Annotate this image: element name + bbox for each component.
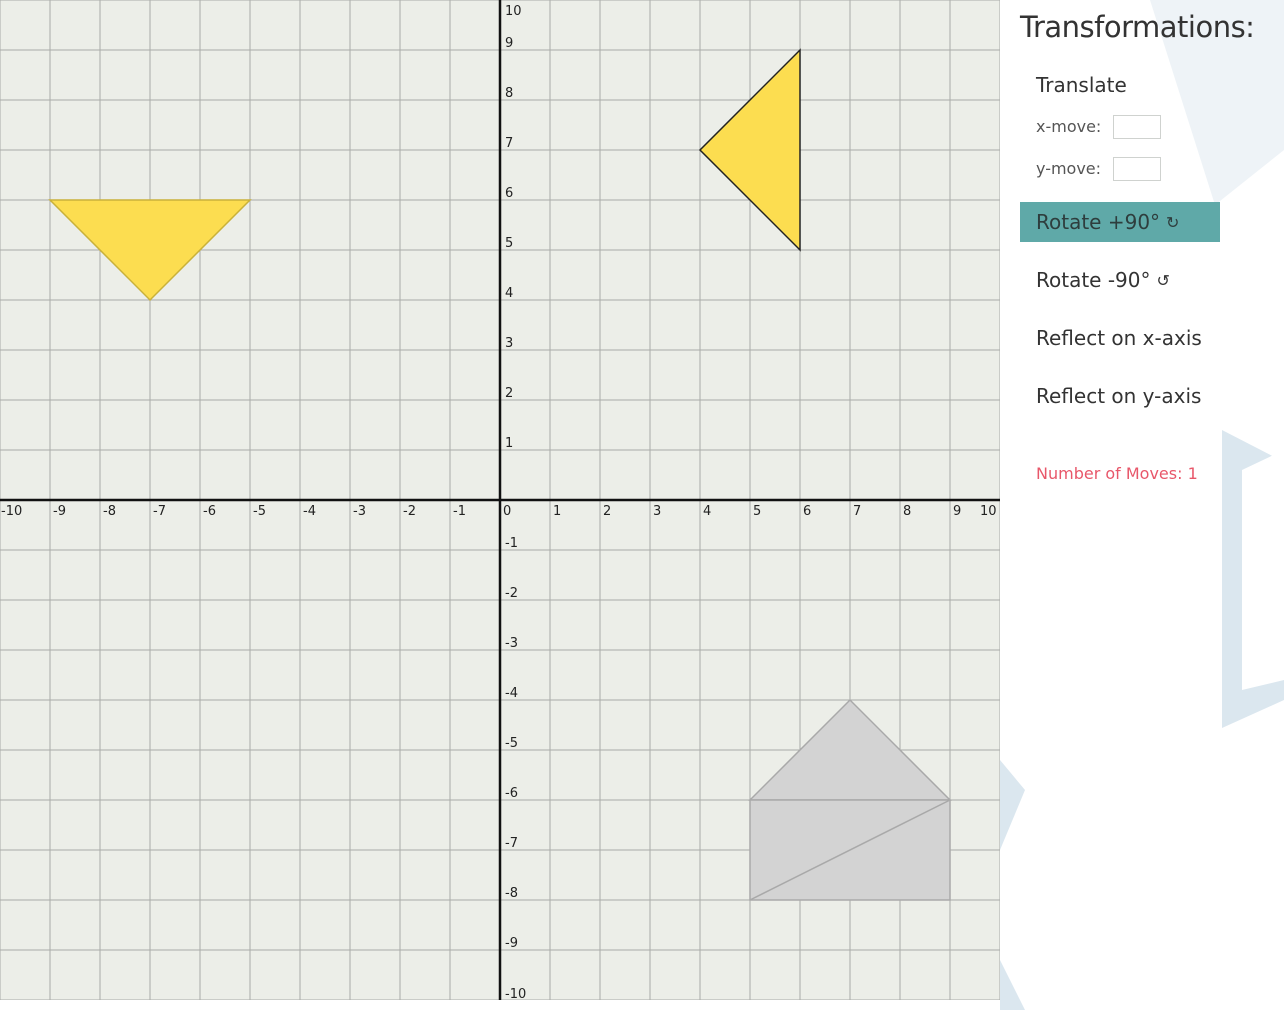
rotate-counterclockwise-icon: ↺ — [1156, 270, 1170, 290]
y-tick-label: -6 — [505, 786, 518, 801]
x-tick-label: -5 — [253, 504, 266, 519]
y-tick-label: 10 — [505, 4, 522, 19]
y-tick-label: 6 — [505, 186, 513, 201]
x-tick-label: 10 — [980, 504, 997, 519]
x-tick-label: -9 — [53, 504, 66, 519]
y-tick-label: -10 — [505, 987, 526, 1000]
y-move-label: y-move: — [1036, 159, 1102, 178]
x-tick-label: 7 — [853, 504, 861, 519]
reflect-y-axis-button[interactable]: Reflect on y-axis — [1020, 376, 1220, 416]
y-move-input[interactable] — [1113, 157, 1161, 181]
x-tick-label: 6 — [803, 504, 811, 519]
rotate-minus-90-label: Rotate -90° — [1036, 268, 1151, 292]
reflect-x-axis-button[interactable]: Reflect on x-axis — [1020, 318, 1220, 358]
y-tick-label: -1 — [505, 536, 518, 551]
rotate-plus-90-label: Rotate +90° — [1036, 210, 1161, 234]
x-tick-label: 0 — [503, 504, 511, 519]
x-tick-label: 1 — [553, 504, 561, 519]
transformations-panel: Transformations: Translate x-move: y-mov… — [1000, 0, 1284, 1010]
x-move-input[interactable] — [1113, 115, 1161, 139]
y-tick-label: 8 — [505, 86, 513, 101]
x-tick-label: -10 — [1, 504, 22, 519]
moves-counter: Number of Moves: 1 — [1036, 464, 1198, 483]
y-tick-label: -3 — [505, 636, 518, 651]
x-tick-label: -3 — [353, 504, 366, 519]
x-tick-label: 4 — [703, 504, 711, 519]
y-tick-label: 3 — [505, 336, 513, 351]
y-tick-label: 2 — [505, 386, 513, 401]
y-tick-label: -4 — [505, 686, 518, 701]
x-tick-label: 3 — [653, 504, 661, 519]
reflect-y-axis-label: Reflect on y-axis — [1036, 384, 1202, 408]
y-tick-label: -9 — [505, 936, 518, 951]
rotate-minus-90-button[interactable]: Rotate -90° ↺ — [1020, 260, 1220, 300]
moves-label: Number of Moves: — [1036, 464, 1183, 483]
y-move-row: y-move: — [1036, 157, 1161, 181]
x-tick-label: -4 — [303, 504, 316, 519]
x-move-row: x-move: — [1036, 115, 1161, 139]
x-tick-label: -7 — [153, 504, 166, 519]
x-tick-label: 9 — [953, 504, 961, 519]
x-move-label: x-move: — [1036, 117, 1102, 136]
y-tick-label: 7 — [505, 136, 513, 151]
x-tick-label: 8 — [903, 504, 911, 519]
moves-count: 1 — [1187, 464, 1198, 483]
x-tick-label: -6 — [203, 504, 216, 519]
x-tick-label: 2 — [603, 504, 611, 519]
y-tick-label: 9 — [505, 36, 513, 51]
translate-label: Translate — [1036, 73, 1127, 97]
coordinate-grid-board[interactable]: -10 -9 -8 -7 -6 -5 -4 -3 -2 -1 0 1 2 3 4 5 6 7 8 9 10 10 9 8 7 6 5… — [0, 0, 1000, 1000]
y-tick-label: 4 — [505, 286, 513, 301]
rotate-clockwise-icon: ↻ — [1166, 212, 1180, 232]
y-tick-label: 5 — [505, 236, 513, 251]
y-tick-label: 1 — [505, 436, 513, 451]
reflect-x-axis-label: Reflect on x-axis — [1036, 326, 1202, 350]
x-tick-label: 5 — [753, 504, 761, 519]
x-tick-label: -1 — [453, 504, 466, 519]
y-tick-label: -7 — [505, 836, 518, 851]
y-tick-label: -8 — [505, 886, 518, 901]
coordinate-grid: -10 -9 -8 -7 -6 -5 -4 -3 -2 -1 0 1 2 3 4 5 6 7 8 9 101098765… — [0, 0, 1000, 1000]
y-tick-label: -5 — [505, 736, 518, 751]
x-tick-label: -2 — [403, 504, 416, 519]
rotate-plus-90-button[interactable]: Rotate +90° ↻ — [1020, 202, 1220, 242]
panel-title: Transformations: — [1020, 10, 1255, 44]
y-tick-label: -2 — [505, 586, 518, 601]
x-tick-label: -8 — [103, 504, 116, 519]
